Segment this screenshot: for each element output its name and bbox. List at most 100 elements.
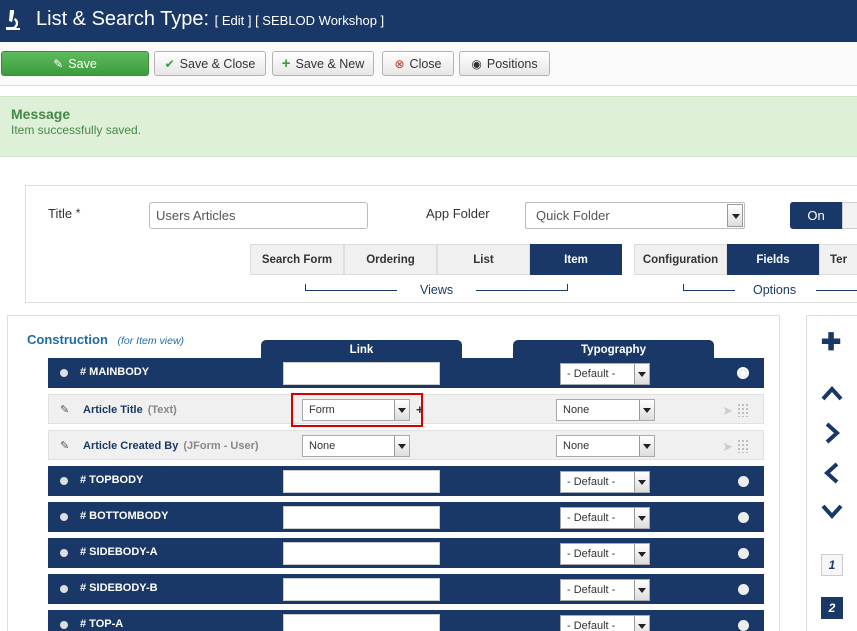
position-row-top-a[interactable]: # TOP-A - Default - (48, 610, 764, 631)
chevron-up-icon[interactable] (821, 384, 843, 402)
save-button[interactable]: ✎ Save (1, 51, 149, 76)
options-bracket-line-left (683, 290, 735, 291)
typography-select[interactable]: - Default - (560, 363, 650, 385)
close-button[interactable]: ⊗ Close (382, 51, 454, 76)
construction-title: Construction (for Item view) (27, 332, 184, 347)
target-icon[interactable] (737, 367, 749, 379)
chevron-left-icon[interactable] (823, 462, 841, 484)
tab-list[interactable]: List (437, 244, 530, 275)
success-message: Message Item successfully saved. (0, 96, 857, 157)
toggle-on-button[interactable]: On (790, 202, 842, 229)
link-input[interactable] (283, 506, 440, 529)
chevron-down-icon (639, 436, 654, 456)
link-input[interactable] (283, 362, 440, 385)
tab-configuration[interactable]: Configuration (634, 244, 727, 275)
chevron-down-icon (634, 364, 649, 384)
typography-value: None (563, 404, 590, 416)
radio-icon[interactable] (738, 548, 749, 559)
views-bracket-line-right (476, 290, 568, 291)
position-dot-icon (60, 549, 68, 557)
field-label: Article Title (Text) (83, 404, 177, 416)
field-row-article-created-by[interactable]: ✎ Article Created By (JForm - User) None … (48, 430, 764, 460)
save-new-button[interactable]: + Save & New (272, 51, 374, 76)
message-text: Item successfully saved. (11, 123, 142, 137)
typography-value: - Default - (567, 368, 616, 380)
eye-icon: ◉ (471, 56, 482, 71)
layer-2-button[interactable]: 2 (821, 597, 843, 619)
position-dot-icon (60, 369, 68, 377)
page-title-text: List & Search Type: (36, 8, 210, 30)
drag-handle-icon[interactable] (737, 403, 749, 417)
typography-select[interactable]: None (556, 399, 655, 421)
position-row-mainbody[interactable]: # MAINBODY - Default - (48, 358, 764, 388)
options-bracket-line-right (816, 290, 857, 291)
position-label: # SIDEBODY-B (80, 582, 158, 594)
typography-value: - Default - (567, 548, 616, 560)
views-bracket-line-left (305, 290, 397, 291)
position-label: # TOP-A (80, 618, 124, 630)
position-row-topbody[interactable]: # TOPBODY - Default - (48, 466, 764, 496)
title-label: Title * (48, 206, 80, 221)
typography-select[interactable]: None (556, 435, 655, 457)
tab-fields[interactable]: Fields (727, 244, 819, 275)
pencil-icon[interactable]: ✎ (60, 439, 69, 452)
tab-item[interactable]: Item (530, 244, 622, 275)
chevron-down-icon[interactable] (821, 503, 843, 521)
chevron-down-icon (639, 400, 654, 420)
options-label: Options (753, 283, 797, 297)
radio-icon[interactable] (738, 476, 749, 487)
title-label-text: Title (48, 206, 73, 221)
save-close-button[interactable]: ✔ Save & Close (154, 51, 266, 76)
chevron-right-icon[interactable]: ➤ (722, 403, 733, 419)
plus-icon[interactable]: ✚ (821, 331, 841, 355)
typography-select[interactable]: - Default - (560, 543, 650, 565)
chevron-down-icon (634, 508, 649, 528)
chevron-down-icon (634, 544, 649, 564)
title-input[interactable]: Users Articles (149, 202, 368, 229)
tab-template[interactable]: Ter (819, 244, 857, 275)
link-input[interactable] (283, 470, 440, 493)
position-row-bottombody[interactable]: # BOTTOMBODY - Default - (48, 502, 764, 532)
views-label: Views (420, 283, 454, 297)
positions-button[interactable]: ◉ Positions (459, 51, 550, 76)
page-subtitle: [ Edit ] [ SEBLOD Workshop ] (214, 13, 385, 28)
radio-icon[interactable] (738, 584, 749, 595)
position-dot-icon (60, 585, 68, 593)
position-dot-icon (60, 621, 68, 629)
link-input[interactable] (283, 578, 440, 601)
chevron-down-icon (634, 580, 649, 600)
typography-select[interactable]: - Default - (560, 615, 650, 631)
link-select[interactable]: None (302, 435, 410, 457)
link-input[interactable] (283, 542, 440, 565)
toolbar: ✎ Save ✔ Save & Close + Save & New ⊗ Clo… (0, 42, 857, 86)
typography-select[interactable]: - Default - (560, 579, 650, 601)
page-title: List & Search Type: [ Edit ] [ SEBLOD Wo… (36, 8, 384, 31)
typography-select[interactable]: - Default - (560, 507, 650, 529)
radio-icon[interactable] (738, 512, 749, 523)
toggle-off-button[interactable] (842, 202, 857, 229)
radio-icon[interactable] (738, 620, 749, 631)
tab-ordering[interactable]: Ordering (344, 244, 437, 275)
chevron-down-icon (394, 436, 409, 456)
link-input[interactable] (283, 614, 440, 631)
construction-box: Construction (for Item view) Link Typogr… (7, 315, 780, 631)
drag-handle-icon[interactable] (737, 439, 749, 453)
typography-value: None (563, 440, 590, 452)
save-new-label: Save & New (295, 56, 365, 71)
typography-value: - Default - (567, 512, 616, 524)
layer-1-button[interactable]: 1 (821, 554, 843, 576)
app-folder-label: App Folder (426, 206, 490, 221)
position-dot-icon (60, 477, 68, 485)
app-folder-value: Quick Folder (536, 208, 610, 223)
typography-select[interactable]: - Default - (560, 471, 650, 493)
position-row-sidebody-b[interactable]: # SIDEBODY-B - Default - (48, 574, 764, 604)
app-folder-select[interactable]: Quick Folder (525, 202, 745, 229)
typography-value: - Default - (567, 584, 616, 596)
chevron-right-icon[interactable]: ➤ (722, 439, 733, 455)
close-label: Close (409, 56, 442, 71)
chevron-right-icon[interactable] (823, 422, 841, 444)
position-row-sidebody-a[interactable]: # SIDEBODY-A - Default - (48, 538, 764, 568)
tab-search-form[interactable]: Search Form (250, 244, 344, 275)
field-label: Article Created By (JForm - User) (83, 440, 259, 452)
pencil-icon[interactable]: ✎ (60, 403, 69, 416)
